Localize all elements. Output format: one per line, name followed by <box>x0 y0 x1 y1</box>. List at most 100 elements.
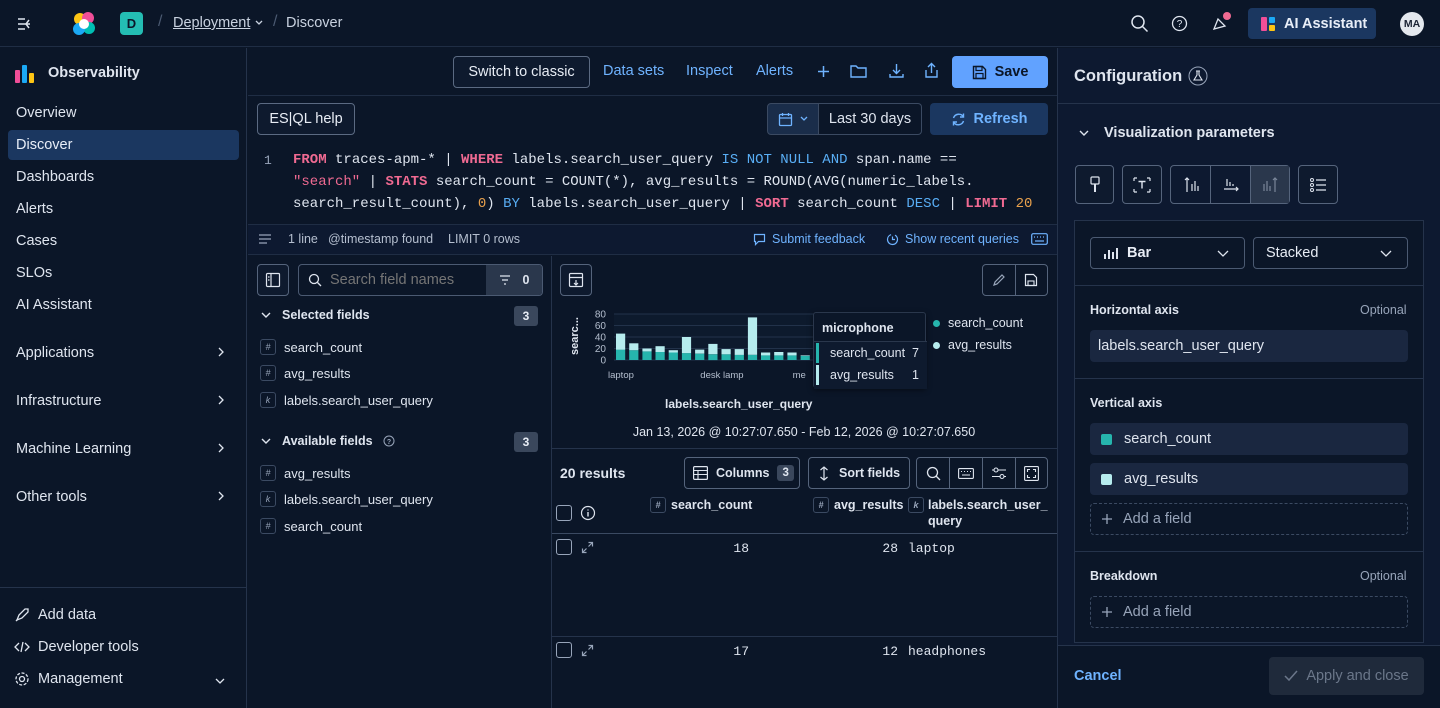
edit-visualization-button[interactable] <box>983 265 1016 295</box>
legend-item[interactable]: search_count <box>933 315 1023 331</box>
observability-logo-icon <box>14 62 36 84</box>
collapse-nav-icon[interactable] <box>14 14 34 34</box>
search-table-button[interactable] <box>917 458 950 488</box>
column-header-avg-results[interactable]: # avg_results <box>813 497 903 513</box>
nav-item-alerts[interactable]: Alerts <box>8 194 239 224</box>
legend-label: avg_results <box>948 338 1012 352</box>
recent-queries-link[interactable]: Show recent queries <box>886 232 1019 246</box>
columns-button[interactable]: Columns 3 <box>684 457 800 489</box>
apply-and-close-button[interactable]: Apply and close <box>1269 657 1424 695</box>
appearance-button[interactable] <box>1075 165 1114 204</box>
column-header-query[interactable]: k labels.search_user_query <box>908 497 1053 529</box>
add-icon[interactable] <box>816 64 831 79</box>
color-swatch[interactable] <box>1101 433 1112 445</box>
alerts-link[interactable]: Alerts <box>756 63 793 79</box>
elastic-logo[interactable] <box>69 9 99 39</box>
expand-row-icon[interactable] <box>581 541 594 554</box>
data-sets-link[interactable]: Data sets <box>603 63 664 79</box>
refresh-button[interactable]: Refresh <box>930 103 1048 135</box>
date-quick-select[interactable] <box>767 103 819 135</box>
info-icon[interactable] <box>580 505 596 521</box>
field-item[interactable]: # search_count <box>260 339 362 355</box>
stack-mode-select[interactable]: Stacked <box>1253 237 1408 269</box>
vertical-axis-field[interactable]: avg_results <box>1090 463 1408 495</box>
chart-y-title: searc... <box>569 317 581 355</box>
breadcrumb-deployment[interactable]: Deployment <box>173 15 264 31</box>
row-checkbox[interactable] <box>556 642 572 658</box>
visualization-parameters-toggle[interactable]: Visualization parameters <box>1078 125 1275 141</box>
open-folder-icon[interactable] <box>850 63 868 79</box>
bar-avg_results <box>668 350 678 353</box>
toggle-sidebar-button[interactable] <box>257 264 289 296</box>
row-checkbox[interactable] <box>556 539 572 555</box>
save-button[interactable]: Save <box>952 56 1048 88</box>
color-swatch[interactable] <box>1101 473 1112 485</box>
available-fields-header[interactable]: Available fields ? <box>260 434 395 448</box>
select-all-checkbox[interactable] <box>556 505 572 521</box>
nav-item-dashboards[interactable]: Dashboards <box>8 162 239 192</box>
add-breakdown-field-button[interactable]: Add a field <box>1090 596 1408 628</box>
keyword-type-icon: k <box>260 392 276 408</box>
cancel-button[interactable]: Cancel <box>1074 668 1122 684</box>
inspect-link[interactable]: Inspect <box>686 63 733 79</box>
nav-developer-tools[interactable]: Developer tools <box>14 639 139 655</box>
switch-to-classic-button[interactable]: Switch to classic <box>453 56 590 88</box>
fullscreen-button[interactable] <box>1016 458 1047 488</box>
nav-group-other-tools[interactable]: Other tools <box>8 482 239 512</box>
chart-type-select[interactable]: Bar <box>1090 237 1245 269</box>
vertical-axis-field[interactable]: search_count <box>1090 423 1408 455</box>
field-search[interactable]: 0 <box>298 264 543 296</box>
display-settings-button[interactable] <box>983 458 1016 488</box>
table-row[interactable]: 18 28 laptop <box>552 534 1057 636</box>
nav-item-discover[interactable]: Discover <box>8 130 239 160</box>
legend-item[interactable]: avg_results <box>933 337 1023 353</box>
right-axis-button[interactable] <box>1251 166 1289 203</box>
table-row[interactable]: 17 12 headphones <box>552 637 1057 708</box>
field-item[interactable]: # avg_results <box>260 465 350 481</box>
legend-button[interactable] <box>1298 165 1338 204</box>
search-icon[interactable] <box>1130 14 1149 33</box>
field-item[interactable]: # avg_results <box>260 365 350 381</box>
space-avatar[interactable]: D <box>120 12 143 35</box>
field-item[interactable]: # search_count <box>260 518 362 534</box>
time-range-display[interactable]: Last 30 days <box>819 103 922 135</box>
field-search-input[interactable] <box>330 272 480 288</box>
sort-fields-button[interactable]: Sort fields <box>808 457 910 489</box>
nav-management[interactable]: Management <box>14 671 234 687</box>
keyboard-shortcuts-button[interactable] <box>950 458 983 488</box>
submit-feedback-link[interactable]: Submit feedback <box>753 232 865 246</box>
column-header-search-count[interactable]: # search_count <box>650 497 752 513</box>
expand-row-icon[interactable] <box>581 644 594 657</box>
field-item[interactable]: k labels.search_user_query <box>260 392 433 408</box>
query-editor-line-2[interactable]: "search" | STATS search_count = COUNT(*)… <box>293 174 974 190</box>
add-vertical-field-button[interactable]: Add a field <box>1090 503 1408 535</box>
nav-item-cases[interactable]: Cases <box>8 226 239 256</box>
news-feed-icon[interactable] <box>1210 12 1232 34</box>
user-avatar[interactable]: MA <box>1400 12 1424 36</box>
query-list-icon[interactable] <box>258 233 272 245</box>
chart-toggle-button[interactable] <box>560 264 592 296</box>
field-filter-button[interactable]: 0 <box>486 265 542 295</box>
save-visualization-button[interactable] <box>1016 265 1048 295</box>
esql-help-button[interactable]: ES|QL help <box>257 103 355 135</box>
query-editor-line-1[interactable]: FROM traces-apm-* | WHERE labels.search_… <box>293 152 957 168</box>
help-icon[interactable]: ? <box>1171 15 1188 32</box>
nav-group-applications[interactable]: Applications <box>8 338 239 368</box>
titles-text-button[interactable] <box>1122 165 1162 204</box>
nav-group-infrastructure[interactable]: Infrastructure <box>8 386 239 416</box>
field-item[interactable]: k labels.search_user_query <box>260 491 433 507</box>
nav-item-ai-assistant[interactable]: AI Assistant <box>8 290 239 320</box>
horizontal-axis-field[interactable]: labels.search_user_query <box>1090 330 1408 362</box>
bottom-axis-button[interactable] <box>1211 166 1251 203</box>
nav-group-machine-learning[interactable]: Machine Learning <box>8 434 239 464</box>
nav-item-slos[interactable]: SLOs <box>8 258 239 288</box>
ai-assistant-button[interactable]: AI Assistant <box>1248 8 1376 39</box>
query-editor-line-3[interactable]: search_result_count), 0) BY labels.searc… <box>293 196 1032 212</box>
keyboard-icon[interactable] <box>1031 233 1048 245</box>
selected-fields-header[interactable]: Selected fields <box>260 308 370 322</box>
nav-add-data[interactable]: Add data <box>14 607 96 623</box>
left-axis-button[interactable] <box>1171 166 1211 203</box>
nav-item-overview[interactable]: Overview <box>8 98 239 128</box>
share-icon[interactable] <box>923 62 940 79</box>
download-icon[interactable] <box>888 62 905 79</box>
